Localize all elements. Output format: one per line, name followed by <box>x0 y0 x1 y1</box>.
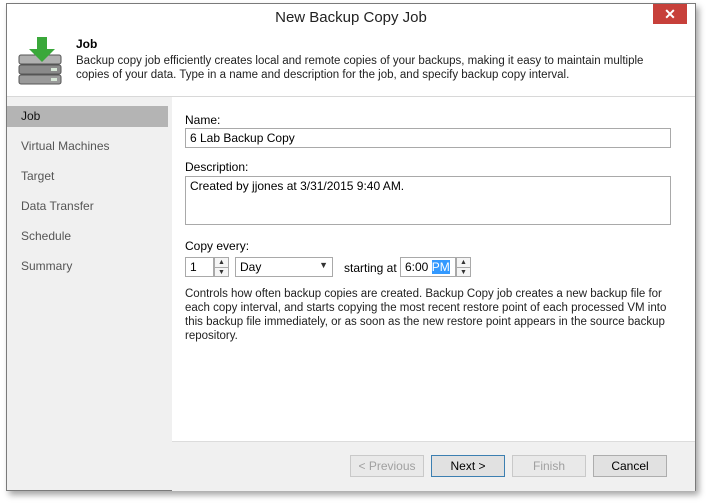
header-title: Job <box>76 37 98 51</box>
interval-input[interactable]: 1 <box>185 257 214 277</box>
step-summary[interactable]: Summary <box>7 256 168 277</box>
chevron-down-icon: ▼ <box>319 260 328 270</box>
interval-unit-value: Day <box>240 260 262 274</box>
window-title: New Backup Copy Job <box>275 9 427 26</box>
name-label: Name: <box>185 113 221 127</box>
interval-stepper[interactable]: ▲ ▼ <box>214 257 229 277</box>
step-job[interactable]: Job <box>7 106 168 127</box>
copy-every-label: Copy every: <box>185 239 250 253</box>
title-bar[interactable]: New Backup Copy Job ✕ <box>7 4 695 31</box>
step-data-transfer[interactable]: Data Transfer <box>7 196 168 217</box>
chevron-up-icon[interactable]: ▲ <box>457 258 470 268</box>
wizard-steps: Job Virtual Machines Target Data Transfe… <box>7 97 172 490</box>
wizard-header: Job Backup copy job efficiently creates … <box>7 31 695 97</box>
wizard-footer: < Previous Next > Finish Cancel <box>172 441 695 491</box>
interval-unit-select[interactable]: Day ▼ <box>235 257 333 277</box>
interval-help-text: Controls how often backup copies are cre… <box>185 288 667 342</box>
header-description: Backup copy job efficiently creates loca… <box>76 55 644 81</box>
start-time-stepper[interactable]: ▲ ▼ <box>456 257 471 277</box>
description-field[interactable]: Created by jjones at 3/31/2015 9:40 AM. <box>185 176 671 225</box>
next-button[interactable]: Next > <box>431 455 505 477</box>
chevron-up-icon[interactable]: ▲ <box>215 258 228 268</box>
step-target[interactable]: Target <box>7 166 168 187</box>
backup-server-download-icon <box>18 37 62 85</box>
name-field[interactable]: 6 Lab Backup Copy <box>185 128 671 148</box>
step-schedule[interactable]: Schedule <box>7 226 168 247</box>
job-settings-panel: Name: 6 Lab Backup Copy Description: Cre… <box>172 97 695 490</box>
finish-button[interactable]: Finish <box>512 455 586 477</box>
chevron-down-icon[interactable]: ▼ <box>215 268 228 277</box>
start-time-hour: 6:00 <box>405 260 429 274</box>
step-virtual-machines[interactable]: Virtual Machines <box>7 136 168 157</box>
description-label: Description: <box>185 160 249 174</box>
close-button[interactable]: ✕ <box>653 4 687 24</box>
previous-button[interactable]: < Previous <box>350 455 424 477</box>
cancel-button[interactable]: Cancel <box>593 455 667 477</box>
start-time-input[interactable]: 6:00 PM <box>400 257 456 277</box>
dialog-window: New Backup Copy Job ✕ Job Backup copy jo… <box>6 3 696 491</box>
starting-at-label: starting at <box>344 261 397 275</box>
start-time-ampm: PM <box>431 260 450 274</box>
chevron-down-icon[interactable]: ▼ <box>457 268 470 277</box>
